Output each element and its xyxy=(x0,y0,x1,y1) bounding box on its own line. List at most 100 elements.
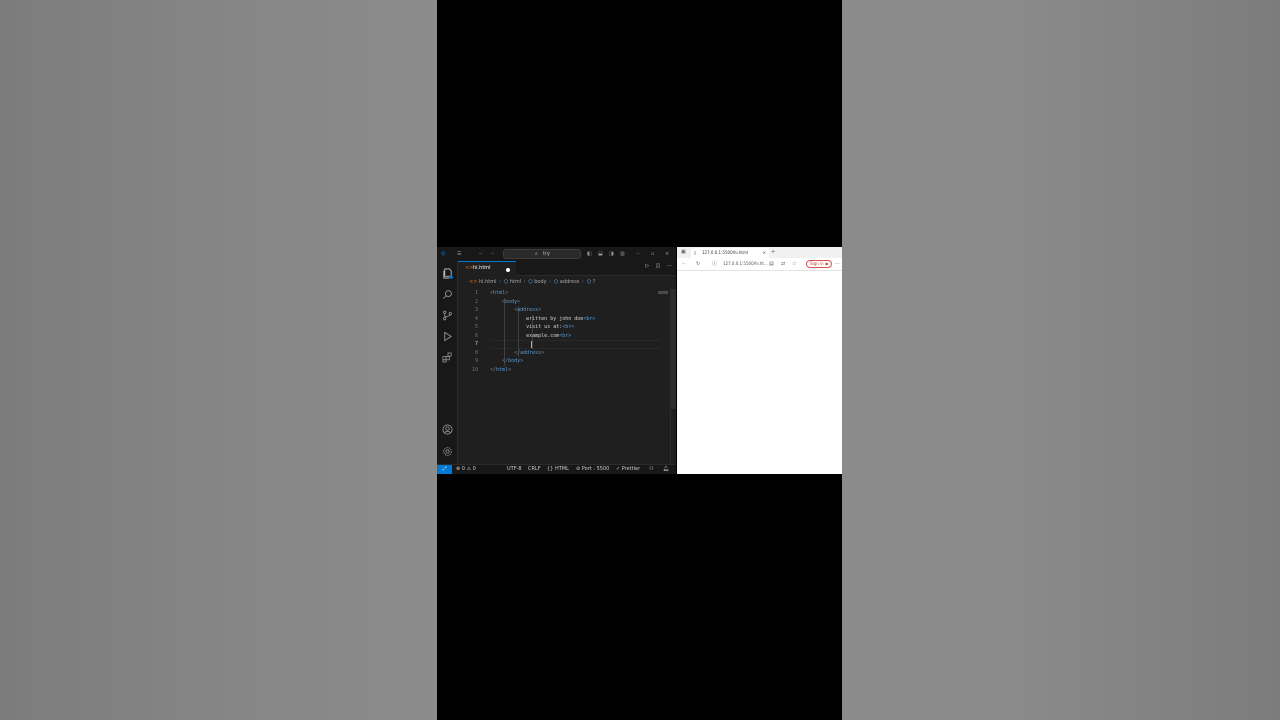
prettier-status[interactable]: ✓ Prettier xyxy=(616,465,640,474)
toggle-primary-sidebar-icon[interactable]: ◧ xyxy=(587,247,592,261)
html-file-icon: <> xyxy=(469,279,478,285)
remote-indicator-icon[interactable]: ⤢ xyxy=(437,465,452,474)
minimize-icon[interactable]: – xyxy=(637,247,640,261)
code-text: written by john doe xyxy=(526,315,584,322)
line-number: 7 xyxy=(474,341,478,347)
code-line[interactable]: 5 visit us at:<br> xyxy=(458,323,668,332)
element-icon: ⬡ xyxy=(528,279,533,285)
source-control-icon[interactable] xyxy=(442,310,453,321)
split-editor-icon[interactable]: ◫ xyxy=(656,263,661,269)
unsaved-dot-icon[interactable] xyxy=(506,268,510,272)
vertical-scrollbar[interactable] xyxy=(670,289,676,464)
live-server-status[interactable]: ⊘ Port : 5500 xyxy=(576,465,609,474)
code-editor[interactable]: 1 <html> 2 <body> 3 <address> 4 written by j… xyxy=(458,289,676,464)
breadcrumb-item[interactable]: address xyxy=(560,279,580,285)
favorite-star-icon[interactable]: ☆ xyxy=(792,260,796,268)
tag-bracket: > xyxy=(517,298,521,305)
eol-status[interactable]: CRLF xyxy=(528,465,541,474)
code-line[interactable]: 2 <body> xyxy=(458,298,668,307)
chevron-right-icon: › xyxy=(582,279,585,285)
code-line[interactable]: 4 written by john doe<br> xyxy=(458,315,668,324)
tab-actions-icon[interactable]: ▣ xyxy=(681,248,686,256)
maximize-icon[interactable]: ▫ xyxy=(651,247,654,261)
command-center-search[interactable]: ⌕ try xyxy=(503,249,581,259)
sign-in-label: Sign in xyxy=(810,261,824,266)
browser-tab-title: 127.0.0.1:5500/hi.html xyxy=(702,250,748,255)
error-icon: ⊗ xyxy=(456,466,461,472)
page-icon: ▯ xyxy=(694,250,697,255)
notifications-bell-icon[interactable]: 🔔︎ xyxy=(663,465,669,474)
code-line[interactable]: 3 <address> xyxy=(458,306,668,315)
breadcrumb-item[interactable]: ? xyxy=(593,279,596,285)
tab-hi-html[interactable]: <> hi.html xyxy=(458,261,516,276)
code-line[interactable]: 1 <html> xyxy=(458,289,668,298)
page-viewport[interactable] xyxy=(677,271,842,474)
tag-bracket: > xyxy=(541,349,545,356)
br-tag: <br> xyxy=(559,332,572,339)
encoding-status[interactable]: UTF-8 xyxy=(507,465,522,474)
port-label: Port : 5500 xyxy=(581,466,610,472)
browser-tab-strip: ▣ ▯ 127.0.0.1:5500/hi.html × + xyxy=(677,247,842,258)
sign-in-button[interactable]: Sign in ◉ xyxy=(806,260,832,268)
element-icon: ⬡ xyxy=(503,279,509,285)
feedback-icon[interactable]: ⚇ xyxy=(649,465,653,474)
vscode-window: ⌬ ☰ ← → ⌕ try ◧ ⬓ ◨ ▥ – ▫ × <> hi.html ▷… xyxy=(437,247,676,474)
code-line[interactable]: 9 </body> xyxy=(458,357,668,366)
extensions-icon[interactable] xyxy=(442,352,453,363)
settings-gear-icon[interactable] xyxy=(442,446,453,457)
more-actions-icon[interactable]: ⋯ xyxy=(667,263,672,269)
element-icon: ⬡ xyxy=(586,279,591,285)
line-number: 4 xyxy=(474,315,478,322)
menu-icon[interactable]: ☰ xyxy=(457,247,461,261)
code-line[interactable]: 6 example.com<br> xyxy=(458,332,668,341)
explorer-icon[interactable] xyxy=(442,268,453,279)
toggle-panel-icon[interactable]: ⬓ xyxy=(598,247,603,261)
forward-icon[interactable]: → xyxy=(490,247,494,261)
site-info-icon[interactable]: ⓘ xyxy=(712,260,717,268)
editor-actions: ▷ ◫ ⋯ xyxy=(645,263,672,269)
search-icon[interactable] xyxy=(442,289,453,300)
tab-close-icon[interactable]: × xyxy=(763,248,766,258)
tag-name: body xyxy=(505,298,518,305)
toggle-secondary-sidebar-icon[interactable]: ◨ xyxy=(609,247,614,261)
new-tab-icon[interactable]: + xyxy=(771,248,775,256)
problems-indicator[interactable]: ⊗ 0 ⚠ 0 xyxy=(456,465,476,474)
background-left xyxy=(0,0,437,720)
code-text: example.com xyxy=(526,332,560,339)
account-icon[interactable] xyxy=(442,424,453,435)
translate-icon[interactable]: ⇄ xyxy=(781,260,785,268)
reader-mode-icon[interactable]: ▤ xyxy=(769,260,774,268)
run-icon[interactable]: ▷ xyxy=(645,263,649,269)
address-bar[interactable]: 127.0.0.1:5500/hi.ht... xyxy=(723,260,783,268)
breadcrumb-item[interactable]: html xyxy=(510,279,521,285)
double-check-icon: ✓ xyxy=(616,466,621,472)
profile-avatar-icon: ◉ xyxy=(824,261,829,266)
scroll-thumb[interactable] xyxy=(671,289,676,409)
line-number: 2 xyxy=(474,298,478,305)
tag-name: address xyxy=(517,307,539,313)
customize-layout-icon[interactable]: ▥ xyxy=(620,247,625,261)
breadcrumb-item[interactable]: body xyxy=(534,279,546,285)
warning-count: 0 xyxy=(472,466,476,472)
browser-toolbar: ← ↻ ⓘ 127.0.0.1:5500/hi.ht... ▤ ⇄ ☆ Sign… xyxy=(677,258,842,271)
back-icon[interactable]: ← xyxy=(479,247,483,261)
code-line[interactable]: 10 </html> xyxy=(458,366,668,375)
back-icon[interactable]: ← xyxy=(682,260,686,268)
code-line[interactable]: 7 xyxy=(458,340,668,349)
language-mode-status[interactable]: {} HTML xyxy=(547,465,569,474)
tag-name: body xyxy=(508,358,521,364)
browser-tab[interactable]: ▯ 127.0.0.1:5500/hi.html × xyxy=(691,248,769,258)
more-menu-icon[interactable]: ⋯ xyxy=(835,260,840,268)
line-number: 9 xyxy=(474,358,478,364)
run-debug-icon[interactable] xyxy=(442,331,453,342)
tag-bracket: > xyxy=(520,358,524,364)
close-icon[interactable]: × xyxy=(665,247,669,261)
code-line[interactable]: 8 </address> xyxy=(458,349,668,358)
status-bar: ⤢ ⊗ 0 ⚠ 0 UTF-8 CRLF {} HTML ⊘ Port : 55… xyxy=(437,464,676,474)
breadcrumb-item[interactable]: hi.html xyxy=(479,279,497,285)
refresh-icon[interactable]: ↻ xyxy=(696,260,700,268)
line-number: 3 xyxy=(474,307,478,313)
